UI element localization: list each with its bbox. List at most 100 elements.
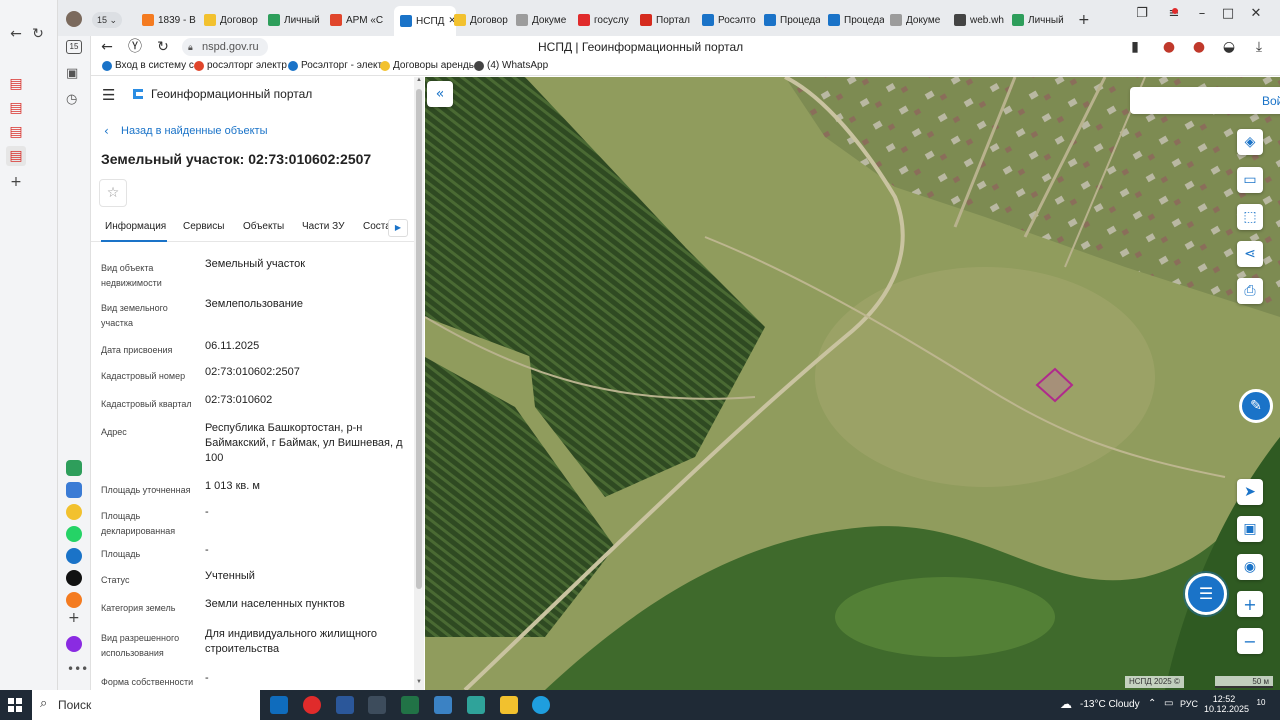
weather-text[interactable]: -13°C Cloudy	[1080, 699, 1140, 710]
bookmark-item[interactable]: Росэлторг - электр	[288, 60, 388, 71]
app-icon[interactable]	[467, 696, 485, 714]
document-icon[interactable]: ▤	[6, 98, 26, 118]
browser-tab[interactable]: Договор	[204, 8, 260, 32]
document-icon[interactable]: ▤	[6, 74, 26, 94]
clock[interactable]: 12:52 10.12.2025	[1204, 694, 1249, 714]
print-icon[interactable]: ⎙	[1237, 278, 1263, 304]
app-icon[interactable]	[66, 592, 82, 608]
share-icon[interactable]: ⋖	[1237, 241, 1263, 267]
url-field[interactable]: 🔒︎ nspd.gov.ru	[182, 38, 268, 56]
outlook-icon[interactable]	[270, 696, 288, 714]
refresh-icon[interactable]: ↻	[28, 24, 48, 44]
chat-icon[interactable]: ☰	[1185, 573, 1227, 615]
browser-tab[interactable]: Процеда	[764, 8, 820, 32]
satellite-map[interactable]: « Войти ⇥ ◈ ▭ ⬚ ⋖ ⎙ ✎ ➤ ▣ ◉ + − ☰ НСПД 2…	[425, 77, 1280, 690]
yandex-icon[interactable]: Ⓨ	[124, 36, 146, 58]
taskbar-search[interactable]: ⌕ Поиск	[32, 690, 260, 720]
bookmark-item[interactable]: Вход в систему с к	[102, 60, 201, 71]
document-icon[interactable]: ▤	[6, 146, 26, 166]
rosreestr-icon[interactable]	[66, 482, 82, 498]
notifications-badge[interactable]: 10	[1252, 698, 1270, 712]
zoom-in-icon[interactable]: +	[1237, 591, 1263, 617]
geolocation-icon[interactable]: ◉	[1237, 554, 1263, 580]
pocket-icon[interactable]: ◒	[1218, 36, 1240, 58]
collapse-panel-icon[interactable]: «	[427, 81, 453, 107]
bookmark-item[interactable]: росэлторг электр	[194, 60, 287, 71]
restore-icon[interactable]: ❐	[1130, 6, 1154, 21]
app-icon[interactable]	[66, 570, 82, 586]
app-icon[interactable]	[66, 504, 82, 520]
document-icon[interactable]: ▤	[6, 122, 26, 142]
panel-scrollbar[interactable]: ▲ ▼	[414, 77, 424, 690]
network-icon[interactable]: ▭	[1164, 698, 1173, 709]
navigate-icon[interactable]: ➤	[1237, 479, 1263, 505]
maximize-icon[interactable]: □	[1216, 6, 1240, 21]
browser-tab[interactable]: Личный	[268, 8, 324, 32]
download-icon[interactable]: ⤓	[1248, 36, 1270, 58]
browser-tab[interactable]: НСПД ✕	[394, 6, 456, 36]
select-area-icon[interactable]: ⬚	[1237, 204, 1263, 230]
login-button[interactable]: Войти	[1262, 94, 1280, 108]
profile-avatar[interactable]	[66, 11, 82, 27]
browser-tab[interactable]: Личный	[1012, 8, 1068, 32]
excel-icon[interactable]	[401, 696, 419, 714]
browser-tab[interactable]: 1839 - В	[142, 8, 198, 32]
browser-tab[interactable]: Договор	[454, 8, 510, 32]
favorite-star-icon[interactable]: ☆	[99, 179, 127, 207]
tab-objects[interactable]: Объекты	[243, 221, 284, 232]
browser-tab[interactable]: web.wh	[954, 8, 1010, 32]
browser-tab[interactable]: Росэлто	[702, 8, 758, 32]
telegram-icon[interactable]	[66, 548, 82, 564]
browser-tab[interactable]: Докуме	[516, 8, 572, 32]
whatsapp-icon[interactable]	[66, 526, 82, 542]
new-tab-plus-icon[interactable]: +	[1078, 12, 1090, 28]
minimap-icon[interactable]: ▣	[1237, 516, 1263, 542]
ruler-icon[interactable]: ▭	[1237, 167, 1263, 193]
extension-icon[interactable]: ●	[1188, 36, 1210, 58]
browser-tab[interactable]: госуслу	[578, 8, 634, 32]
zoom-out-icon[interactable]: −	[1237, 628, 1263, 654]
collections-icon[interactable]: ▣	[66, 66, 78, 81]
browser-tab[interactable]: АРМ «С	[330, 8, 386, 32]
tabs-scroll-right-icon[interactable]: ▶	[388, 219, 408, 237]
tab-counter[interactable]: 15 ⌄	[92, 12, 122, 28]
windows-start-icon[interactable]	[8, 698, 22, 712]
browser-tab[interactable]: Портал	[640, 8, 696, 32]
language-indicator[interactable]: РУС	[1180, 699, 1198, 709]
back-to-results-link[interactable]: Назад в найденные объекты	[121, 125, 268, 137]
browser-tab[interactable]: Докуме	[890, 8, 946, 32]
tray-chevron-icon[interactable]: ⌃	[1148, 698, 1156, 709]
hamburger-menu-icon[interactable]: ☰	[102, 86, 115, 104]
back-icon[interactable]: ←	[96, 36, 118, 58]
bookmark-item[interactable]: Договоры арендь	[380, 60, 474, 71]
tab-services[interactable]: Сервисы	[183, 221, 224, 232]
edge-icon[interactable]	[532, 696, 550, 714]
add-panel-plus-icon[interactable]: +	[68, 610, 80, 626]
assistant-icon[interactable]: ✎	[1239, 389, 1273, 423]
browser-tab[interactable]: Процеда	[828, 8, 884, 32]
back-arrow-icon[interactable]: ←	[6, 24, 26, 44]
scroll-down-icon[interactable]: ▼	[416, 679, 422, 685]
chevron-left-icon[interactable]: ‹	[104, 124, 109, 138]
scroll-up-icon[interactable]: ▲	[416, 77, 422, 83]
alice-icon[interactable]	[66, 636, 82, 652]
yandex-browser-icon[interactable]	[303, 696, 321, 714]
layers-icon[interactable]: ◈	[1237, 129, 1263, 155]
bookmark-item[interactable]: (4) WhatsApp	[474, 60, 548, 71]
word-icon[interactable]	[336, 696, 354, 714]
plus-icon[interactable]: +	[6, 172, 26, 192]
file-explorer-icon[interactable]	[500, 696, 518, 714]
tab-count-badge[interactable]: 15	[66, 40, 82, 54]
tab-information[interactable]: Информация	[105, 221, 166, 232]
scrollbar-thumb[interactable]	[416, 89, 422, 589]
close-window-icon[interactable]: ✕	[1244, 6, 1268, 21]
more-dots-icon[interactable]: •••	[67, 662, 88, 676]
history-clock-icon[interactable]: ◷	[66, 92, 77, 107]
bookmark-icon[interactable]: ▮	[1124, 36, 1146, 58]
gosuslugi-icon[interactable]	[66, 460, 82, 476]
reload-icon[interactable]: ↻	[152, 36, 174, 58]
minimize-icon[interactable]: –	[1190, 6, 1214, 21]
tab-parts[interactable]: Части ЗУ	[302, 221, 344, 232]
yandex-active-icon[interactable]	[368, 696, 386, 714]
extension-icon[interactable]: ●	[1158, 36, 1180, 58]
